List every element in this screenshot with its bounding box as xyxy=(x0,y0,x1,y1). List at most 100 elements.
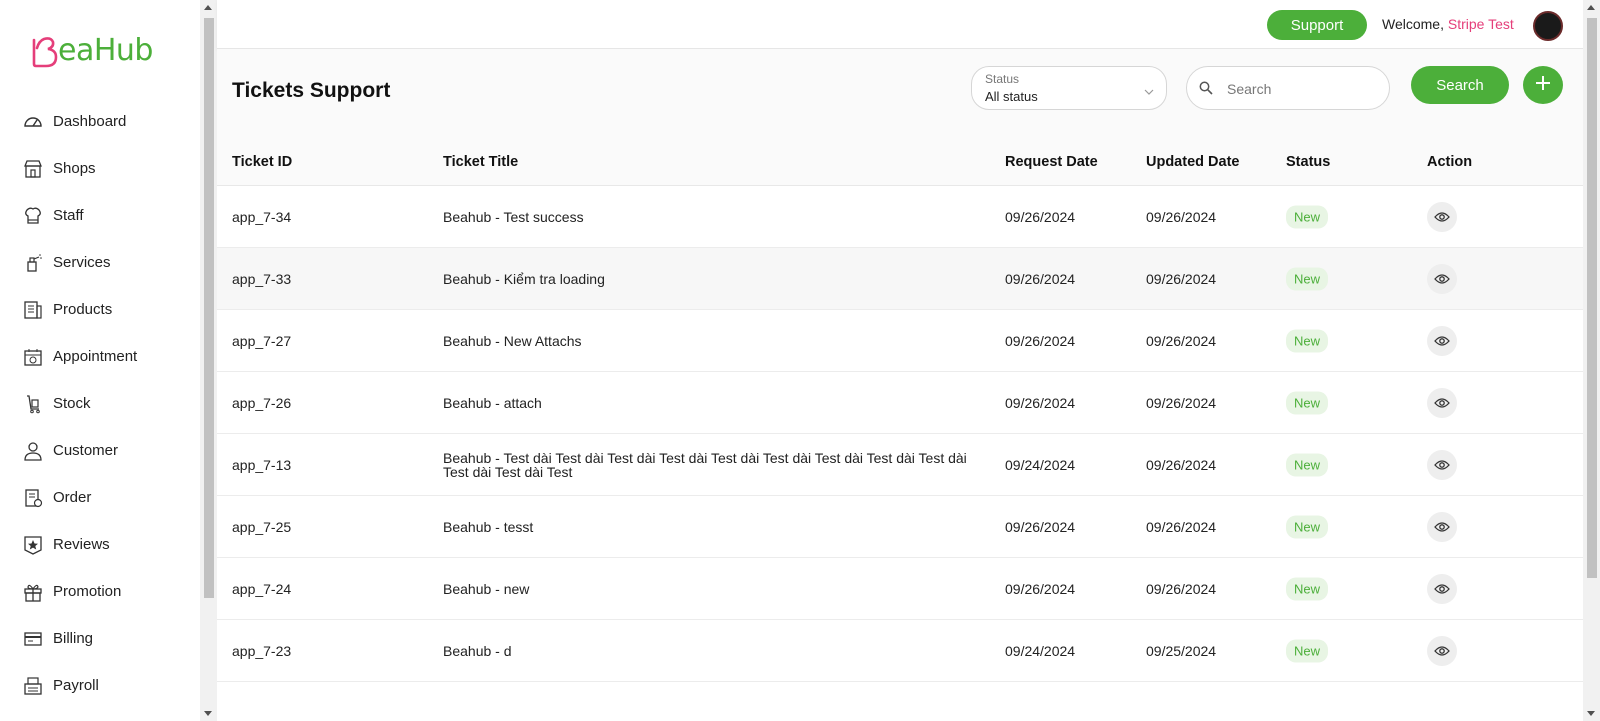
page-scrollbar[interactable] xyxy=(1583,0,1600,721)
table-row[interactable]: app_7-24 Beahub - new 09/26/2024 09/26/2… xyxy=(217,558,1583,620)
ticket-id: app_7-25 xyxy=(232,518,292,535)
page-scrollbar-thumb[interactable] xyxy=(1587,18,1597,578)
beahub-logo[interactable]: eaHub xyxy=(30,30,153,70)
scroll-up-arrow-icon[interactable] xyxy=(204,5,212,10)
sidebar-scrollbar[interactable] xyxy=(200,0,217,721)
table-row[interactable]: app_7-27 Beahub - New Attachs 09/26/2024… xyxy=(217,310,1583,372)
sidebar-item-stock[interactable]: Stock xyxy=(0,380,200,427)
status-badge: New xyxy=(1286,329,1329,352)
view-button[interactable] xyxy=(1427,325,1457,356)
view-button[interactable] xyxy=(1427,201,1457,232)
status-badge: New xyxy=(1286,267,1329,290)
sidebar-item-services[interactable]: Services xyxy=(0,239,200,286)
action-cell xyxy=(1427,201,1457,232)
plus-icon xyxy=(1534,74,1552,97)
request-date: 09/26/2024 xyxy=(1005,270,1076,287)
updated-date: 09/26/2024 xyxy=(1146,580,1217,597)
view-button[interactable] xyxy=(1427,263,1457,294)
scroll-up-arrow-icon[interactable] xyxy=(1587,5,1595,10)
column-header-request-date: Request Date xyxy=(1005,154,1098,170)
action-cell xyxy=(1427,387,1457,418)
view-button[interactable] xyxy=(1427,635,1457,666)
table-header: Ticket ID Ticket Title Request Date Upda… xyxy=(217,139,1583,186)
table-row[interactable]: app_7-26 Beahub - attach 09/26/2024 09/2… xyxy=(217,372,1583,434)
user-name-link[interactable]: Stripe Test xyxy=(1448,16,1514,32)
status-cell: New xyxy=(1286,453,1329,476)
status-filter-select[interactable]: Status All status xyxy=(971,66,1167,110)
sidebar-item-label: Reviews xyxy=(53,536,110,553)
view-button[interactable] xyxy=(1427,573,1457,604)
sidebar-item-products[interactable]: Products xyxy=(0,286,200,333)
eye-icon xyxy=(1434,273,1450,284)
view-button[interactable] xyxy=(1427,387,1457,418)
welcome-prefix: Welcome, xyxy=(1382,16,1444,32)
status-badge: New xyxy=(1286,391,1329,414)
column-header-status: Status xyxy=(1286,154,1331,170)
ticket-id: app_7-23 xyxy=(232,642,292,659)
staff-chef-icon xyxy=(23,206,43,226)
view-button[interactable] xyxy=(1427,511,1457,542)
status-badge: New xyxy=(1286,515,1329,538)
status-cell: New xyxy=(1286,391,1329,414)
search-box xyxy=(1186,66,1390,110)
eye-icon xyxy=(1434,459,1450,470)
table-row[interactable]: app_7-13 Beahub - Test dài Test dài Test… xyxy=(217,434,1583,496)
search-button[interactable]: Search xyxy=(1411,66,1509,104)
column-header-ticket-id: Ticket ID xyxy=(232,154,293,170)
request-date: 09/26/2024 xyxy=(1005,518,1076,535)
view-button[interactable] xyxy=(1427,449,1457,480)
action-cell xyxy=(1427,263,1457,294)
sidebar-item-label: Payroll xyxy=(53,677,99,694)
ticket-id: app_7-13 xyxy=(232,456,292,473)
updated-date: 09/26/2024 xyxy=(1146,208,1217,225)
ticket-title: Beahub - Test success xyxy=(443,208,584,225)
add-ticket-button[interactable] xyxy=(1523,66,1563,104)
sidebar-scrollbar-thumb[interactable] xyxy=(204,18,214,598)
promotion-gift-icon xyxy=(23,582,43,602)
sidebar-item-label: Stock xyxy=(53,395,91,412)
updated-date: 09/26/2024 xyxy=(1146,270,1217,287)
sidebar-item-reviews[interactable]: Reviews xyxy=(0,521,200,568)
sidebar-item-dashboard[interactable]: Dashboard xyxy=(0,98,200,145)
eye-icon xyxy=(1434,645,1450,656)
updated-date: 09/26/2024 xyxy=(1146,394,1217,411)
sidebar-item-appointment[interactable]: Appointment xyxy=(0,333,200,380)
table-row[interactable]: app_7-34 Beahub - Test success 09/26/202… xyxy=(217,186,1583,248)
scroll-down-arrow-icon[interactable] xyxy=(204,711,212,716)
request-date: 09/26/2024 xyxy=(1005,580,1076,597)
sidebar-item-customer[interactable]: Customer xyxy=(0,427,200,474)
action-cell xyxy=(1427,635,1457,666)
eye-icon xyxy=(1434,583,1450,594)
sidebar-item-order[interactable]: Order xyxy=(0,474,200,521)
sidebar-item-shops[interactable]: Shops xyxy=(0,145,200,192)
sidebar-item-promotion[interactable]: Promotion xyxy=(0,568,200,615)
sidebar-item-staff[interactable]: Staff xyxy=(0,192,200,239)
logo-mark-icon xyxy=(30,34,58,68)
sidebar-item-payroll[interactable]: Payroll xyxy=(0,662,200,709)
sidebar-item-label: Billing xyxy=(53,630,94,647)
request-date: 09/24/2024 xyxy=(1005,456,1076,473)
sidebar-nav: Dashboard Shops Staff Services Products xyxy=(0,98,200,709)
support-button[interactable]: Support xyxy=(1267,10,1367,40)
stock-cart-icon xyxy=(23,394,43,414)
tickets-table: Ticket ID Ticket Title Request Date Upda… xyxy=(217,139,1583,682)
table-row[interactable]: app_7-25 Beahub - tesst 09/26/2024 09/26… xyxy=(217,496,1583,558)
sidebar-item-label: Staff xyxy=(53,207,84,224)
ticket-id: app_7-34 xyxy=(232,208,292,225)
logo-text: eaHub xyxy=(58,32,153,68)
ticket-id: app_7-24 xyxy=(232,580,292,597)
column-header-action: Action xyxy=(1427,154,1473,170)
sidebar-item-billing[interactable]: Billing xyxy=(0,615,200,662)
chevron-down-icon xyxy=(1144,83,1154,101)
appointment-calendar-icon xyxy=(23,347,43,367)
status-cell: New xyxy=(1286,515,1329,538)
dashboard-gauge-icon xyxy=(23,112,43,132)
avatar[interactable] xyxy=(1533,11,1563,41)
request-date: 09/26/2024 xyxy=(1005,394,1076,411)
search-input[interactable] xyxy=(1227,75,1377,103)
ticket-title: Beahub - Test dài Test dài Test dài Test… xyxy=(443,449,967,480)
table-row[interactable]: app_7-33 Beahub - Kiểm tra loading 09/26… xyxy=(217,248,1583,310)
table-row[interactable]: app_7-23 Beahub - d 09/24/2024 09/25/202… xyxy=(217,620,1583,682)
ticket-id: app_7-27 xyxy=(232,332,292,349)
scroll-down-arrow-icon[interactable] xyxy=(1587,711,1595,716)
